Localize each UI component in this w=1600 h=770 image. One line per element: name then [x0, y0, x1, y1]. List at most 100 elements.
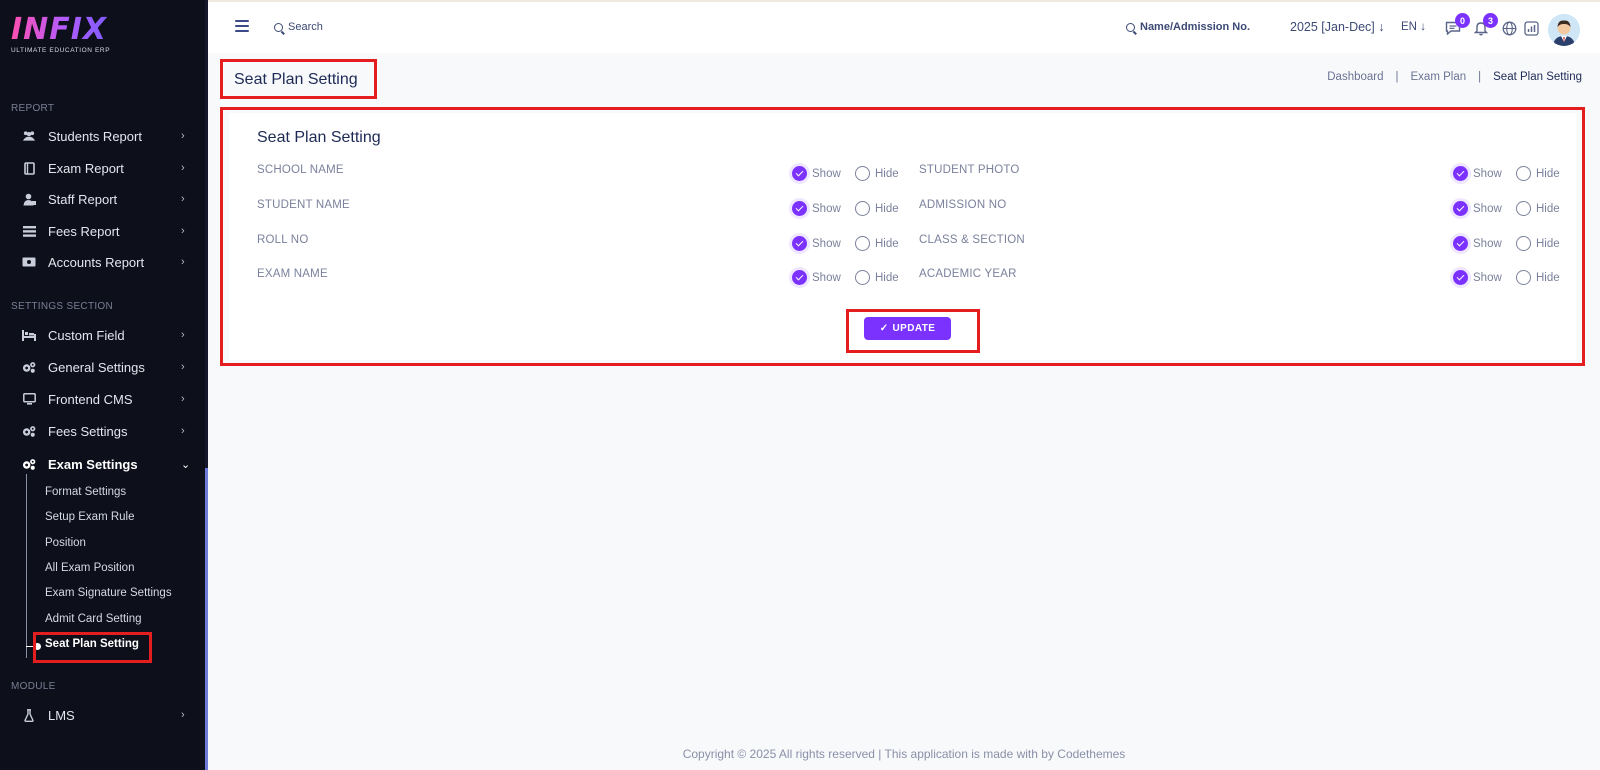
sidebar-item-staff-report[interactable]: Staff Report › [0, 184, 205, 214]
sidebar-item-accounts-report[interactable]: Accounts Report › [0, 247, 205, 277]
radio-roll-no-hide[interactable]: Hide [855, 236, 899, 251]
breadcrumb-item-current: Seat Plan Setting [1493, 71, 1582, 83]
submenu-item-format-settings[interactable]: Format Settings [45, 486, 126, 498]
menu-toggle-icon[interactable] [235, 20, 249, 32]
radio-label: Hide [875, 237, 899, 250]
academic-year-value: 2025 [Jan-Dec] [1290, 20, 1375, 34]
radio-checked-icon [792, 270, 807, 285]
page-title: Seat Plan Setting [220, 59, 377, 99]
sidebar-item-frontend-cms[interactable]: Frontend CMS › [0, 384, 205, 414]
sidebar-item-custom-field[interactable]: Custom Field › [0, 320, 205, 350]
flask-icon [22, 708, 36, 722]
submenu-item-admit-card-setting[interactable]: Admit Card Setting [45, 613, 142, 625]
bell-icon[interactable]: 3 [1472, 13, 1498, 37]
sidebar-item-label: Exam Report [48, 160, 124, 176]
submenu-item-exam-signature-settings[interactable]: Exam Signature Settings [45, 587, 172, 599]
top-bar: Search Name/Admission No. 2025 [Jan-Dec]… [208, 0, 1600, 53]
student-search-input[interactable]: Name/Admission No. [1126, 21, 1250, 33]
radio-unchecked-icon [1516, 236, 1531, 251]
language-value: EN [1401, 21, 1417, 33]
money-icon [22, 255, 36, 269]
submenu-item-setup-exam-rule[interactable]: Setup Exam Rule [45, 511, 135, 523]
radio-label: Hide [1536, 271, 1560, 284]
chevron-right-icon: › [181, 393, 185, 405]
radio-unchecked-icon [855, 201, 870, 216]
radio-admission-no-show[interactable]: Show [1453, 201, 1502, 216]
field-label-class-section: CLASS & SECTION [919, 234, 1025, 246]
sidebar-scrollbar-thumb[interactable] [205, 468, 208, 770]
globe-icon[interactable] [1500, 19, 1518, 37]
sidebar-item-lms[interactable]: LMS › [0, 700, 205, 730]
radio-unchecked-icon [855, 166, 870, 181]
breadcrumb-item-dashboard[interactable]: Dashboard [1327, 71, 1383, 83]
language-select[interactable]: EN ↓ [1401, 21, 1426, 33]
arrow-down-icon: ↓ [1378, 20, 1385, 34]
sidebar-item-general-settings[interactable]: General Settings › [0, 352, 205, 382]
monitor-icon [22, 392, 36, 406]
search-placeholder: Search [288, 21, 323, 33]
chevron-right-icon: › [181, 130, 185, 142]
sidebar-item-fees-report[interactable]: Fees Report › [0, 216, 205, 246]
radio-roll-no-show[interactable]: Show [792, 236, 841, 251]
check-icon: ✓ [879, 323, 889, 334]
sidebar-item-students-report[interactable]: Students Report › [0, 121, 205, 151]
submenu-item-all-exam-position[interactable]: All Exam Position [45, 562, 134, 574]
radio-school-name-show[interactable]: Show [792, 166, 841, 181]
sidebar-item-exam-report[interactable]: Exam Report › [0, 153, 205, 183]
messages-count-badge: 0 [1455, 13, 1470, 28]
radio-class-section-hide[interactable]: Hide [1516, 236, 1560, 251]
radio-exam-name-hide[interactable]: Hide [855, 270, 899, 285]
radio-checked-icon [1453, 201, 1468, 216]
chevron-right-icon: › [181, 193, 185, 205]
search-icon [1126, 22, 1135, 32]
radio-admission-no-hide[interactable]: Hide [1516, 201, 1560, 216]
chevron-right-icon: › [181, 709, 185, 721]
update-button[interactable]: ✓ UPDATE [864, 317, 951, 340]
radio-student-name-hide[interactable]: Hide [855, 201, 899, 216]
field-label-exam-name: EXAM NAME [257, 268, 328, 280]
sidebar-item-label: Accounts Report [48, 254, 145, 270]
radio-label: Show [1473, 237, 1502, 250]
user-avatar[interactable] [1548, 14, 1580, 46]
gears-icon [22, 360, 36, 374]
radio-exam-name-show[interactable]: Show [792, 270, 841, 285]
field-label-roll-no: ROLL NO [257, 234, 309, 246]
radio-label: Show [1473, 271, 1502, 284]
radio-label: Hide [1536, 237, 1560, 250]
sidebar-item-fees-settings[interactable]: Fees Settings › [0, 416, 205, 446]
search-input[interactable]: Search [274, 21, 323, 33]
radio-checked-icon [792, 201, 807, 216]
analytics-icon[interactable] [1522, 19, 1540, 37]
bed-icon [22, 328, 36, 342]
radio-unchecked-icon [1516, 201, 1531, 216]
radio-student-name-show[interactable]: Show [792, 201, 841, 216]
sidebar: INFIX ULTIMATE EDUCATION ERP REPORT Stud… [0, 0, 208, 770]
sidebar-item-label: Staff Report [48, 191, 118, 207]
radio-label: Show [812, 202, 841, 215]
academic-year-select[interactable]: 2025 [Jan-Dec] ↓ [1290, 20, 1385, 34]
chevron-down-icon: ⌄ [181, 458, 191, 471]
submenu-item-position[interactable]: Position [45, 537, 86, 549]
sidebar-item-label: Custom Field [48, 327, 125, 343]
logo[interactable]: INFIX ULTIMATE EDUCATION ERP [11, 14, 110, 55]
radio-student-photo-hide[interactable]: Hide [1516, 166, 1560, 181]
radio-academic-year-show[interactable]: Show [1453, 270, 1502, 285]
student-search-placeholder: Name/Admission No. [1140, 21, 1251, 33]
radio-school-name-hide[interactable]: Hide [855, 166, 899, 181]
radio-label: Hide [1536, 202, 1560, 215]
sidebar-item-exam-settings[interactable]: Exam Settings ⌄ [0, 449, 205, 479]
panel-title: Seat Plan Setting [257, 129, 381, 146]
radio-student-photo-show[interactable]: Show [1453, 166, 1502, 181]
radio-class-section-show[interactable]: Show [1453, 236, 1502, 251]
breadcrumb-item-exam-plan[interactable]: Exam Plan [1411, 71, 1467, 83]
messages-icon[interactable]: 0 [1444, 13, 1470, 37]
users-icon [22, 129, 36, 143]
field-label-admission-no: ADMISSION NO [919, 199, 1007, 211]
radio-label: Show [812, 167, 841, 180]
radio-checked-icon [1453, 166, 1468, 181]
radio-academic-year-hide[interactable]: Hide [1516, 270, 1560, 285]
radio-label: Show [812, 271, 841, 284]
update-button-label: UPDATE [892, 323, 936, 334]
sidebar-item-label: Exam Settings [48, 456, 138, 472]
section-label-report: REPORT [11, 103, 55, 114]
